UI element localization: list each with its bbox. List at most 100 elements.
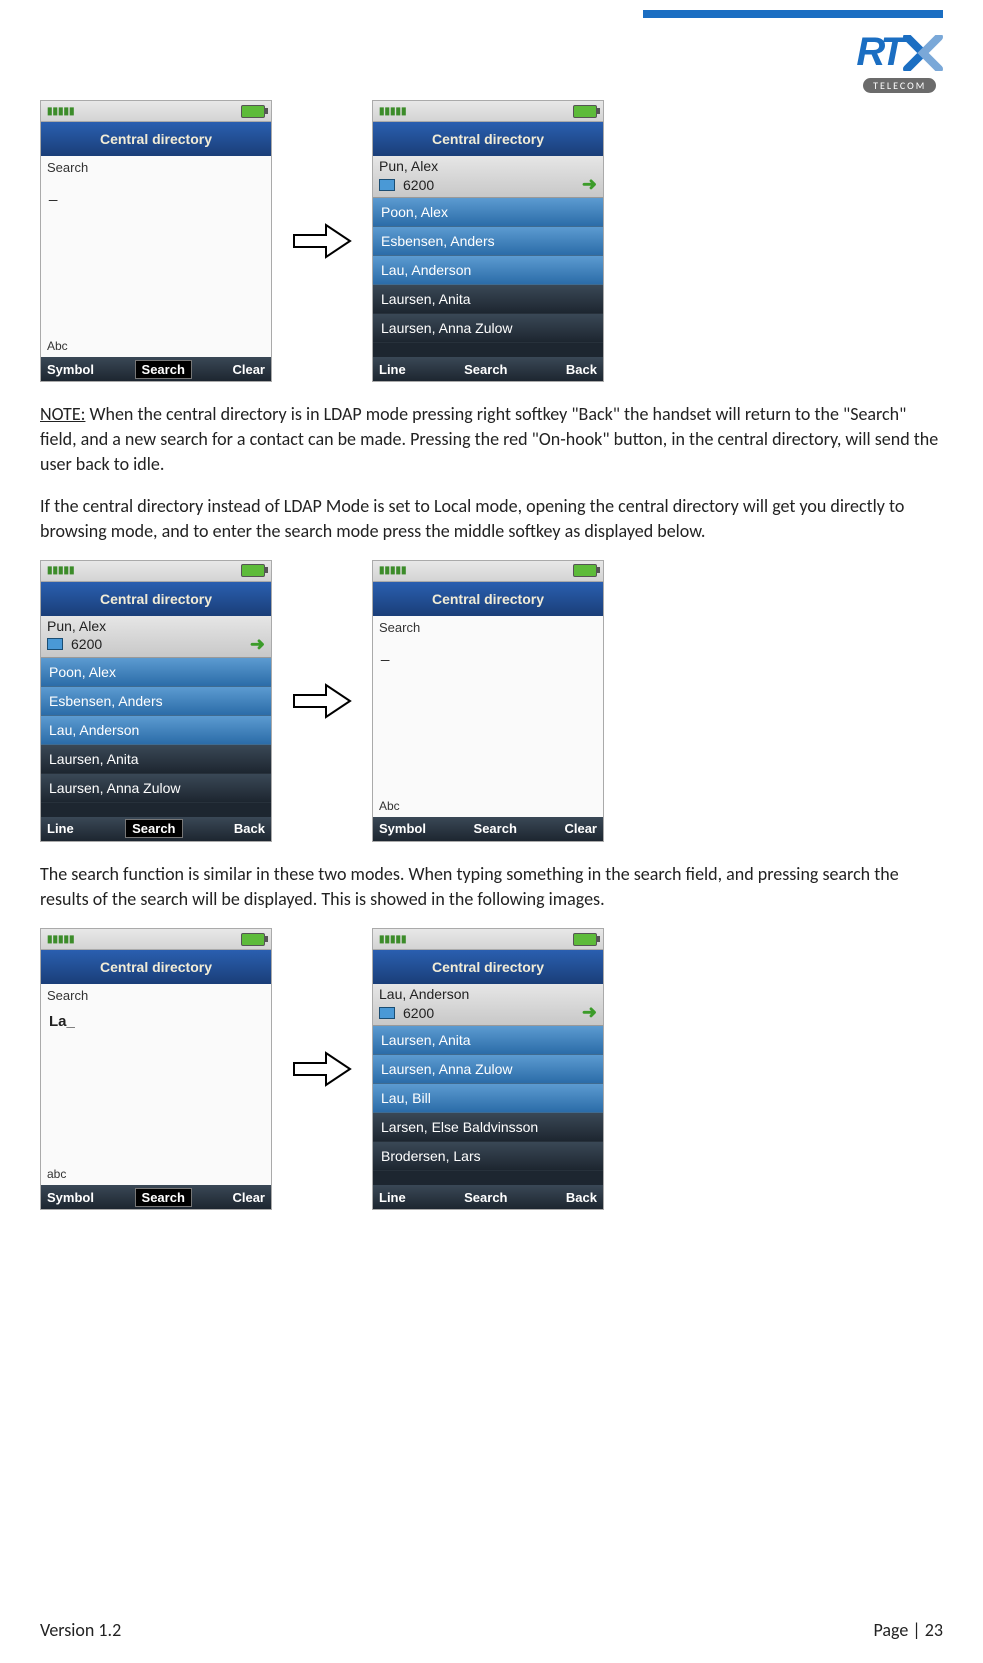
signal-icon: ▮▮▮▮▮	[47, 106, 75, 117]
input-mode: abc	[41, 1167, 271, 1185]
list-item[interactable]: Laursen, Anna Zulow	[373, 314, 603, 343]
contact-name: Pun, Alex	[47, 618, 265, 634]
list-item[interactable]: Esbensen, Anders	[373, 227, 603, 256]
softkey-mid[interactable]: Search	[135, 360, 192, 379]
list-item[interactable]: Esbensen, Anders	[41, 687, 271, 716]
softkey-left[interactable]: Line	[379, 1190, 406, 1205]
page-number: Page | 23	[874, 1619, 944, 1641]
list-item[interactable]: Laursen, Anna Zulow	[373, 1055, 603, 1084]
list-item[interactable]: Laursen, Anita	[41, 745, 271, 774]
search-input[interactable]: _	[41, 175, 271, 339]
contact-number: 6200	[403, 1005, 434, 1021]
list-item[interactable]: Brodersen, Lars	[373, 1142, 603, 1171]
phone-results-pun: ▮▮▮▮▮ Central directory Pun, Alex 6200 ➜…	[372, 100, 604, 382]
phone-type-icon	[379, 1007, 395, 1019]
phone-browse-results: ▮▮▮▮▮ Central directory Pun, Alex 6200 ➜…	[40, 560, 272, 842]
screen-title: Central directory	[373, 950, 603, 984]
screen-title: Central directory	[41, 950, 271, 984]
list-item[interactable]: Laursen, Anna Zulow	[41, 774, 271, 803]
arrow-icon	[292, 681, 352, 721]
list-item[interactable]: Poon, Alex	[373, 198, 603, 227]
softkey-right[interactable]: Back	[566, 1190, 597, 1205]
search-input[interactable]: _	[373, 635, 603, 799]
battery-icon	[573, 933, 597, 946]
logo: RT TELECOM	[856, 30, 943, 94]
search-label: Search	[41, 156, 271, 175]
softkey-left[interactable]: Line	[47, 821, 74, 836]
softkey-left[interactable]: Line	[379, 362, 406, 377]
selected-contact[interactable]: Pun, Alex 6200 ➜	[41, 616, 271, 658]
battery-icon	[573, 105, 597, 118]
signal-icon: ▮▮▮▮▮	[379, 106, 407, 117]
phone-search-la: ▮▮▮▮▮ Central directory Search La_ abc S…	[40, 928, 272, 1210]
screenshot-row-2: ▮▮▮▮▮ Central directory Pun, Alex 6200 ➜…	[40, 560, 943, 842]
screenshot-row-1: ▮▮▮▮▮ Central directory Search _ Abc Sym…	[40, 100, 943, 382]
arrow-icon	[292, 1049, 352, 1089]
softkey-left[interactable]: Symbol	[47, 362, 94, 377]
header-accent	[643, 10, 943, 18]
list-item[interactable]: Lau, Bill	[373, 1084, 603, 1113]
signal-icon: ▮▮▮▮▮	[47, 934, 75, 945]
phone-type-icon	[379, 179, 395, 191]
contact-number: 6200	[71, 636, 102, 652]
softkey-left[interactable]: Symbol	[379, 821, 426, 836]
softkey-mid[interactable]: Search	[468, 820, 523, 837]
softkey-right[interactable]: Clear	[232, 362, 265, 377]
signal-icon: ▮▮▮▮▮	[379, 565, 407, 576]
list-item[interactable]: Larsen, Else Baldvinsson	[373, 1113, 603, 1142]
contact-number: 6200	[403, 177, 434, 193]
softkey-left[interactable]: Symbol	[47, 1190, 94, 1205]
list-item[interactable]: Lau, Anderson	[41, 716, 271, 745]
softkey-mid[interactable]: Search	[125, 819, 182, 838]
paragraph-local-mode: If the central directory instead of LDAP…	[40, 494, 940, 544]
paragraph-search-func: The search function is similar in these …	[40, 862, 940, 912]
battery-icon	[241, 564, 265, 577]
input-mode: Abc	[41, 339, 271, 357]
screen-title: Central directory	[373, 122, 603, 156]
battery-icon	[573, 564, 597, 577]
softkey-right[interactable]: Clear	[564, 821, 597, 836]
softkey-right[interactable]: Clear	[232, 1190, 265, 1205]
note-label: NOTE:	[40, 403, 85, 425]
softkey-mid[interactable]: Search	[458, 1189, 513, 1206]
battery-icon	[241, 933, 265, 946]
page-footer: Version 1.2 Page | 23	[40, 1619, 943, 1641]
version-text: Version 1.2	[40, 1619, 121, 1641]
logo-x-icon	[903, 35, 943, 71]
more-arrow-icon[interactable]: ➜	[582, 174, 597, 195]
list-item[interactable]: Poon, Alex	[41, 658, 271, 687]
more-arrow-icon[interactable]: ➜	[250, 634, 265, 655]
selected-contact[interactable]: Lau, Anderson 6200 ➜	[373, 984, 603, 1026]
softkey-right[interactable]: Back	[234, 821, 265, 836]
list-item[interactable]: Lau, Anderson	[373, 256, 603, 285]
signal-icon: ▮▮▮▮▮	[47, 565, 75, 576]
search-label: Search	[373, 616, 603, 635]
selected-contact[interactable]: Pun, Alex 6200 ➜	[373, 156, 603, 198]
arrow-icon	[292, 221, 352, 261]
phone-results-lau: ▮▮▮▮▮ Central directory Lau, Anderson 62…	[372, 928, 604, 1210]
screen-title: Central directory	[373, 582, 603, 616]
softkey-mid[interactable]: Search	[135, 1188, 192, 1207]
note-text: When the central directory is in LDAP mo…	[40, 403, 938, 475]
screen-title: Central directory	[41, 582, 271, 616]
page: RT TELECOM ▮▮▮▮▮ Central directory Searc…	[0, 0, 983, 1663]
list-item[interactable]: Laursen, Anita	[373, 1026, 603, 1055]
screenshot-row-3: ▮▮▮▮▮ Central directory Search La_ abc S…	[40, 928, 943, 1210]
more-arrow-icon[interactable]: ➜	[582, 1002, 597, 1023]
phone-type-icon	[47, 638, 63, 650]
battery-icon	[241, 105, 265, 118]
note-paragraph: NOTE: When the central directory is in L…	[40, 402, 940, 478]
contact-name: Lau, Anderson	[379, 986, 597, 1002]
phone-search-local: ▮▮▮▮▮ Central directory Search _ Abc Sym…	[372, 560, 604, 842]
softkey-mid[interactable]: Search	[458, 361, 513, 378]
phone-search-empty: ▮▮▮▮▮ Central directory Search _ Abc Sym…	[40, 100, 272, 382]
signal-icon: ▮▮▮▮▮	[379, 934, 407, 945]
screen-title: Central directory	[41, 122, 271, 156]
list-item[interactable]: Laursen, Anita	[373, 285, 603, 314]
search-input[interactable]: La_	[41, 1003, 271, 1167]
softkey-right[interactable]: Back	[566, 362, 597, 377]
contact-name: Pun, Alex	[379, 158, 597, 174]
search-label: Search	[41, 984, 271, 1003]
logo-subtext: TELECOM	[863, 78, 936, 93]
input-mode: Abc	[373, 799, 603, 817]
